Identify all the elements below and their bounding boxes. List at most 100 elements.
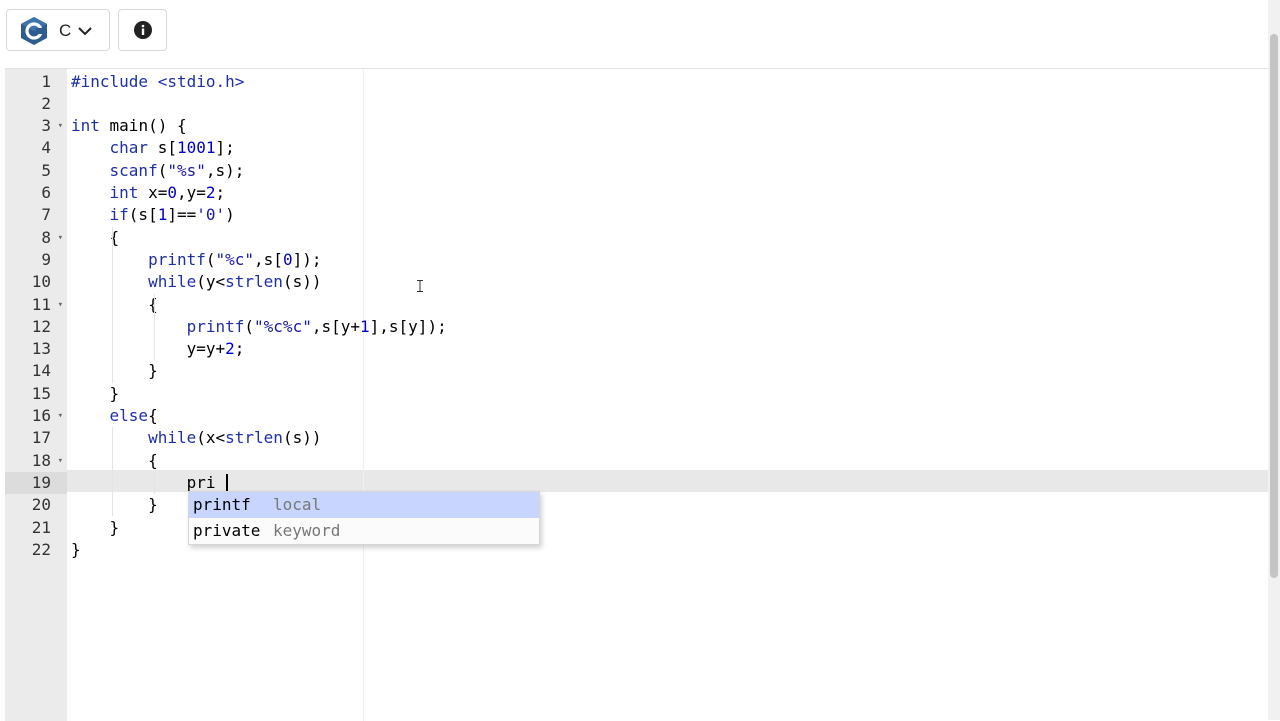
autocomplete-popup[interactable]: printf local private keyword xyxy=(188,491,540,545)
code-token: while xyxy=(148,272,197,292)
code-token: ; xyxy=(215,183,226,202)
line-number: 16 ▾ xyxy=(5,405,67,427)
line-number-text: 20 xyxy=(31,495,51,515)
code-token: else xyxy=(109,406,149,425)
print-margin xyxy=(363,69,364,721)
code-line[interactable]: if(s[1]=='0') xyxy=(71,204,235,226)
code-line[interactable]: while(x<strlen(s)) xyxy=(71,427,321,449)
code-line[interactable]: } xyxy=(71,360,158,382)
line-number-text: 3 xyxy=(41,116,51,136)
code-editor[interactable]: 1 2 3 ▾ 4 5 6 7 8 ▾ 9 10 11 ▾ 12 13 14 15 16 ▾ 17 18 ▾ 19 20 21 22… xyxy=(5,68,1268,721)
code-line[interactable]: } xyxy=(71,494,158,516)
info-button[interactable] xyxy=(118,9,167,51)
line-number: 13 xyxy=(5,338,67,360)
fold-arrow-icon[interactable]: ▾ xyxy=(58,115,63,137)
code-token: if xyxy=(109,205,129,225)
code-token: while xyxy=(148,428,197,448)
code-line[interactable]: { xyxy=(71,450,158,472)
indent-guide xyxy=(153,471,155,495)
fold-arrow-icon[interactable]: ▾ xyxy=(58,294,63,316)
line-number-text: 5 xyxy=(41,160,51,180)
code-line[interactable]: while(y<strlen(s)) xyxy=(71,271,321,293)
code-token: { xyxy=(71,294,158,314)
code-token: ]); xyxy=(292,249,322,269)
line-number: 5 xyxy=(5,160,67,182)
autocomplete-item[interactable]: private keyword xyxy=(189,518,539,544)
line-number-text: 8 xyxy=(41,227,51,247)
code-line[interactable]: int main() { xyxy=(71,115,187,137)
line-number-text: 13 xyxy=(31,339,51,359)
line-number: 4 xyxy=(5,137,67,159)
code-token: (s)) xyxy=(282,272,322,292)
line-number-text: 2 xyxy=(41,93,51,113)
scrollbar-thumb[interactable] xyxy=(1270,34,1278,578)
fold-arrow-icon[interactable]: ▾ xyxy=(58,227,63,249)
language-selector[interactable]: C xyxy=(6,9,110,51)
code-line[interactable]: { xyxy=(71,294,158,316)
line-number: 3 ▾ xyxy=(5,115,67,137)
code-line[interactable]: printf("%c",s[0]); xyxy=(71,249,321,271)
line-number-text: 4 xyxy=(41,138,51,158)
fold-arrow-icon[interactable]: ▾ xyxy=(58,450,63,472)
line-number: 7 xyxy=(5,204,67,226)
line-number: 21 xyxy=(5,517,67,539)
line-number-text: 15 xyxy=(31,383,51,403)
code-token: ,s[y+ xyxy=(311,316,360,336)
code-line[interactable]: #include <stdio.h> xyxy=(71,71,244,93)
code-line[interactable]: y=y+2; xyxy=(71,338,245,360)
code-token: 0 xyxy=(282,249,293,269)
code-token: ,s); xyxy=(205,160,245,180)
code-token: } xyxy=(71,361,158,381)
code-line[interactable]: } xyxy=(71,517,120,539)
line-number-text: 11 xyxy=(31,294,51,314)
line-number: 19 xyxy=(5,471,67,495)
line-number: 1 xyxy=(5,71,67,93)
line-number-text: 21 xyxy=(31,517,51,537)
code-token: ( xyxy=(205,249,216,269)
line-number: 18 ▾ xyxy=(5,450,67,472)
code-line[interactable]: scanf("%s",s); xyxy=(71,160,245,182)
code-token: printf xyxy=(148,249,206,269)
code-line[interactable]: char s[1001]; xyxy=(71,137,235,159)
line-number: 20 xyxy=(5,494,67,516)
code-token: ) xyxy=(225,205,235,225)
code-token: (s)) xyxy=(282,428,322,448)
code-token: (s[ xyxy=(128,205,158,225)
active-line-highlight xyxy=(67,470,1268,493)
code-line[interactable]: } xyxy=(71,383,120,405)
code-token: ( xyxy=(244,316,255,336)
code-line[interactable]: } xyxy=(71,539,81,561)
code-line[interactable]: printf("%c%c",s[y+1],s[y]); xyxy=(71,316,447,338)
indent-guide xyxy=(112,226,114,383)
info-icon xyxy=(134,21,152,39)
code-token: ,s[ xyxy=(254,249,283,269)
fold-arrow-icon[interactable]: ▾ xyxy=(58,405,63,427)
code-area[interactable]: #include <stdio.h> int main() { char s[10… xyxy=(67,69,1268,721)
code-token: "%c%c" xyxy=(254,316,312,336)
code-token: ( xyxy=(157,160,168,180)
code-token: strlen xyxy=(225,272,283,292)
code-line[interactable]: else{ xyxy=(71,405,158,427)
line-number-gutter: 1 2 3 ▾ 4 5 6 7 8 ▾ 9 10 11 ▾ 12 13 14 15 16 ▾ 17 18 ▾ 19 20 21 22 xyxy=(5,69,67,721)
vertical-scrollbar[interactable] xyxy=(1268,0,1280,720)
autocomplete-item[interactable]: printf local xyxy=(189,492,539,518)
code-token: "%c" xyxy=(215,249,255,269)
code-token: ,y= xyxy=(176,183,206,202)
line-number: 10 xyxy=(5,271,67,293)
line-number-text: 19 xyxy=(31,472,51,492)
code-token: 2 xyxy=(205,183,216,202)
autocomplete-meta: local xyxy=(273,495,322,514)
code-line[interactable]: int x=0,y=2; xyxy=(71,182,226,204)
c-language-logo-icon xyxy=(21,17,47,45)
code-token: main() { xyxy=(99,116,187,136)
line-number: 2 xyxy=(5,93,67,115)
autocomplete-value: private xyxy=(193,521,261,540)
line-number: 11 ▾ xyxy=(5,294,67,316)
code-token: (y< xyxy=(196,272,226,292)
